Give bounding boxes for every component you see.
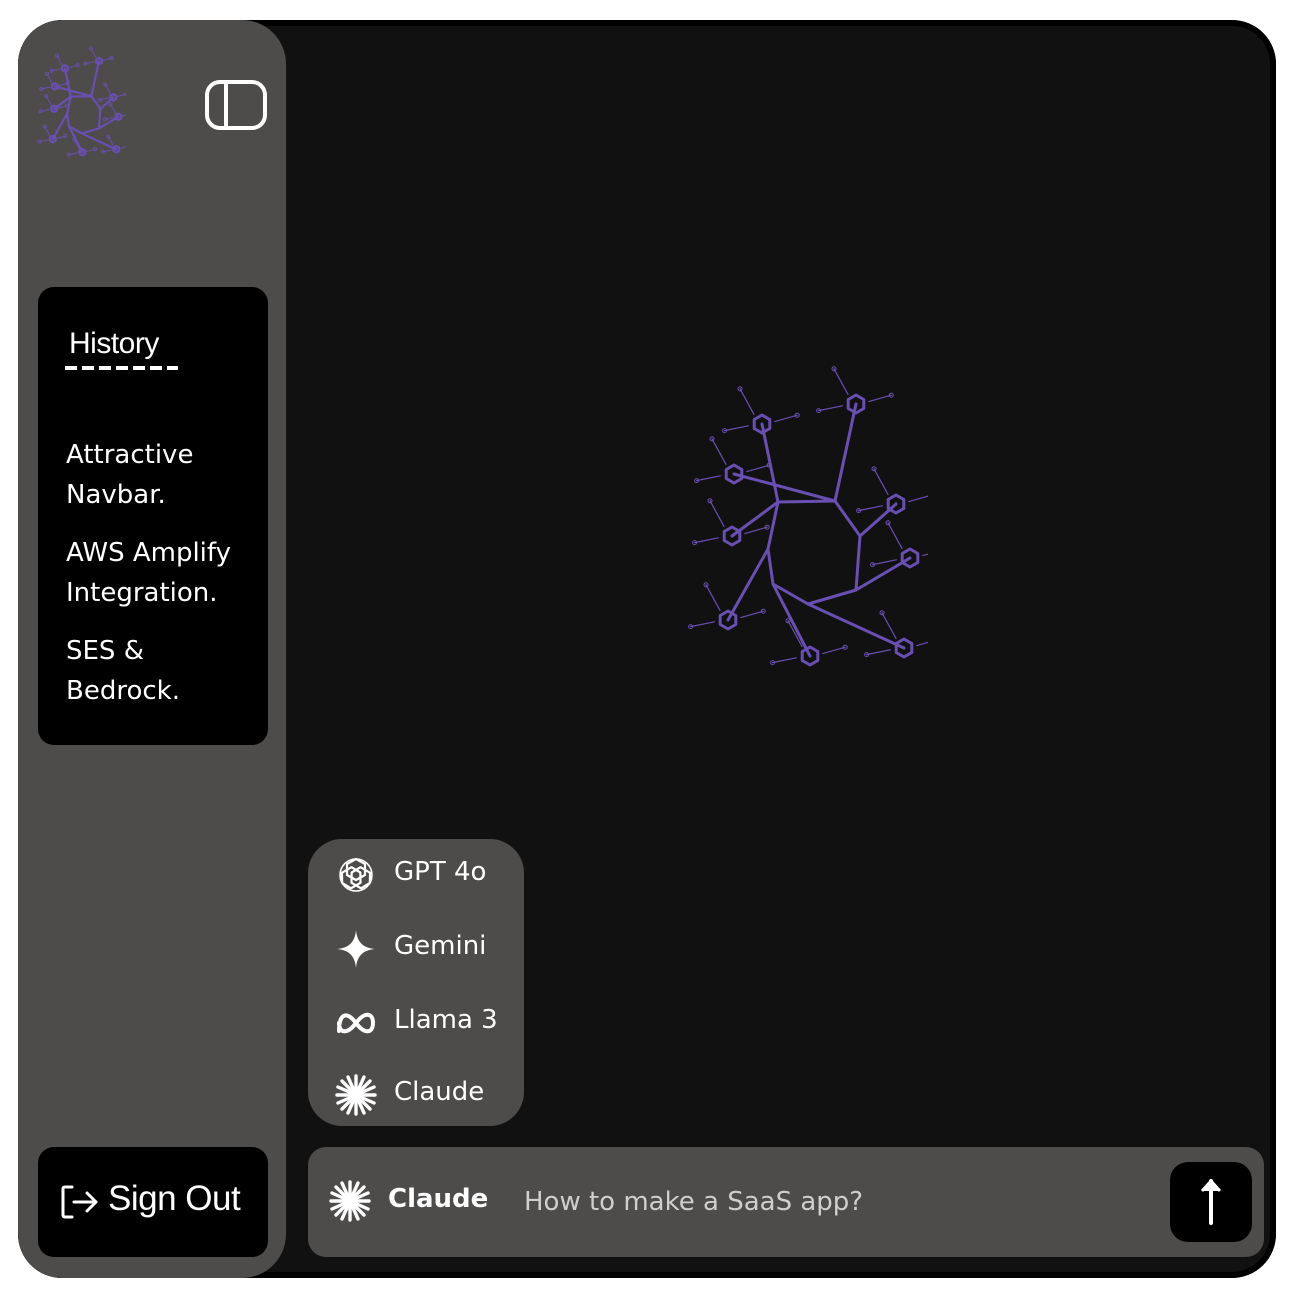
network-branch bbox=[744, 526, 768, 535]
openai-icon bbox=[339, 857, 373, 892]
network-core bbox=[766, 499, 862, 606]
network-branch bbox=[746, 464, 770, 473]
network-branch bbox=[922, 553, 928, 557]
network-branch bbox=[868, 394, 892, 403]
model-label: Gemini bbox=[394, 931, 487, 961]
history-item[interactable]: AWS Amplify Integration. bbox=[66, 533, 266, 613]
network-branch bbox=[887, 522, 903, 549]
network-link bbox=[51, 112, 69, 141]
app-window: GPT 4o Gemini Llama 3 Claude Claude How … bbox=[18, 20, 1276, 1278]
history-title: History bbox=[69, 327, 159, 360]
network-branch bbox=[866, 649, 891, 656]
network-branch bbox=[694, 537, 720, 544]
model-menu: GPT 4o Gemini Llama 3 Claude bbox=[308, 839, 524, 1126]
network-branch bbox=[711, 438, 727, 466]
network-branch bbox=[696, 475, 722, 482]
sign-out-icon bbox=[61, 1185, 98, 1219]
selected-model-button[interactable]: Claude bbox=[328, 1179, 488, 1225]
meta-infinity-icon bbox=[337, 1012, 376, 1034]
sign-out-button[interactable]: Sign Out bbox=[38, 1147, 268, 1257]
model-label: Llama 3 bbox=[394, 1005, 498, 1035]
network-link bbox=[732, 472, 837, 503]
sidebar-toggle-icon[interactable] bbox=[204, 79, 268, 131]
network-branch bbox=[818, 405, 843, 412]
claude-burst-icon bbox=[329, 1180, 371, 1222]
claude-burst-icon bbox=[335, 1074, 377, 1116]
network-link bbox=[53, 85, 93, 98]
prompt-input[interactable] bbox=[522, 1175, 1146, 1229]
network-branch bbox=[122, 114, 126, 117]
network-core bbox=[66, 95, 102, 135]
network-branch bbox=[858, 505, 883, 512]
network-branch bbox=[723, 425, 750, 432]
network-branch bbox=[872, 559, 897, 566]
network-branch bbox=[908, 495, 928, 503]
network-branch bbox=[705, 584, 721, 611]
network-branch bbox=[690, 621, 716, 628]
model-option-llama-3[interactable]: Llama 3 bbox=[334, 999, 524, 1045]
sign-out-label: Sign Out bbox=[108, 1179, 241, 1218]
network-logo-graphic bbox=[688, 366, 928, 667]
network-branch bbox=[881, 612, 897, 639]
network-branch bbox=[709, 500, 725, 527]
model-option-gpt-4o[interactable]: GPT 4o bbox=[334, 851, 524, 897]
model-option-claude[interactable]: Claude bbox=[334, 1071, 524, 1117]
network-branch bbox=[916, 641, 928, 647]
network-branch bbox=[774, 414, 798, 423]
network-branch bbox=[822, 646, 846, 655]
network-branch bbox=[771, 657, 797, 664]
history-panel: History Attractive Navbar. AWS Amplify I… bbox=[38, 287, 268, 745]
arrow-up-icon bbox=[1200, 1179, 1222, 1225]
selected-model-label: Claude bbox=[388, 1184, 489, 1214]
gemini-sparkle-icon bbox=[337, 930, 375, 968]
network-branch bbox=[739, 388, 755, 416]
history-item[interactable]: Attractive Navbar. bbox=[66, 435, 266, 515]
model-label: Claude bbox=[394, 1077, 485, 1107]
prompt-bar: Claude bbox=[308, 1147, 1264, 1257]
model-label: GPT 4o bbox=[394, 857, 487, 887]
network-branch bbox=[120, 146, 126, 149]
history-item[interactable]: SES & Bedrock. bbox=[66, 631, 266, 711]
network-branch bbox=[873, 468, 889, 495]
network-branch bbox=[740, 610, 764, 619]
network-link bbox=[833, 402, 858, 503]
history-underline bbox=[65, 366, 178, 370]
network-logo-icon bbox=[37, 46, 126, 157]
network-branch bbox=[833, 368, 849, 396]
model-option-gemini[interactable]: Gemini bbox=[334, 925, 524, 971]
send-button[interactable] bbox=[1170, 1162, 1252, 1242]
network-link bbox=[90, 60, 101, 98]
sidebar: History Attractive Navbar. AWS Amplify I… bbox=[18, 20, 286, 1278]
